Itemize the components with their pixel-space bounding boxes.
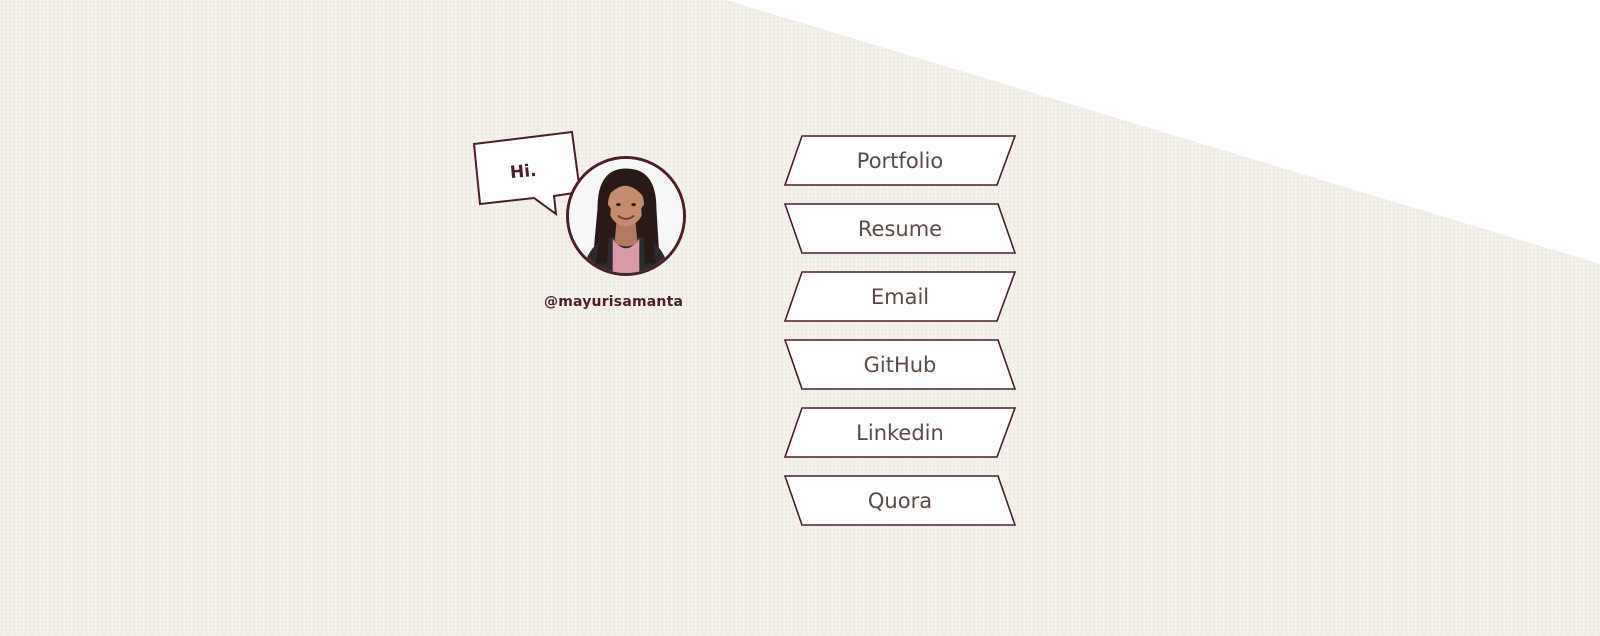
link-list: Portfolio Resume Email GitHub Linkedin Q…: [784, 135, 1016, 543]
portfolio-link-label: Portfolio: [856, 148, 944, 173]
avatar: [566, 156, 686, 276]
email-link-button[interactable]: Email: [784, 271, 1016, 322]
resume-link-button[interactable]: Resume: [784, 203, 1016, 254]
linkedin-link-button[interactable]: Linkedin: [784, 407, 1016, 458]
quora-link-label: Quora: [867, 488, 933, 513]
email-link-label: Email: [870, 284, 930, 309]
resume-link-label: Resume: [857, 216, 943, 241]
profile-handle[interactable]: @mayurisamanta: [544, 294, 683, 310]
quora-link-button[interactable]: Quora: [784, 475, 1016, 526]
person-photo-icon: [569, 159, 683, 273]
greeting-text: Hi.: [509, 160, 538, 184]
linkedin-link-label: Linkedin: [856, 420, 944, 445]
github-link-label: GitHub: [863, 352, 937, 377]
portfolio-link-button[interactable]: Portfolio: [784, 135, 1016, 186]
github-link-button[interactable]: GitHub: [784, 339, 1016, 390]
